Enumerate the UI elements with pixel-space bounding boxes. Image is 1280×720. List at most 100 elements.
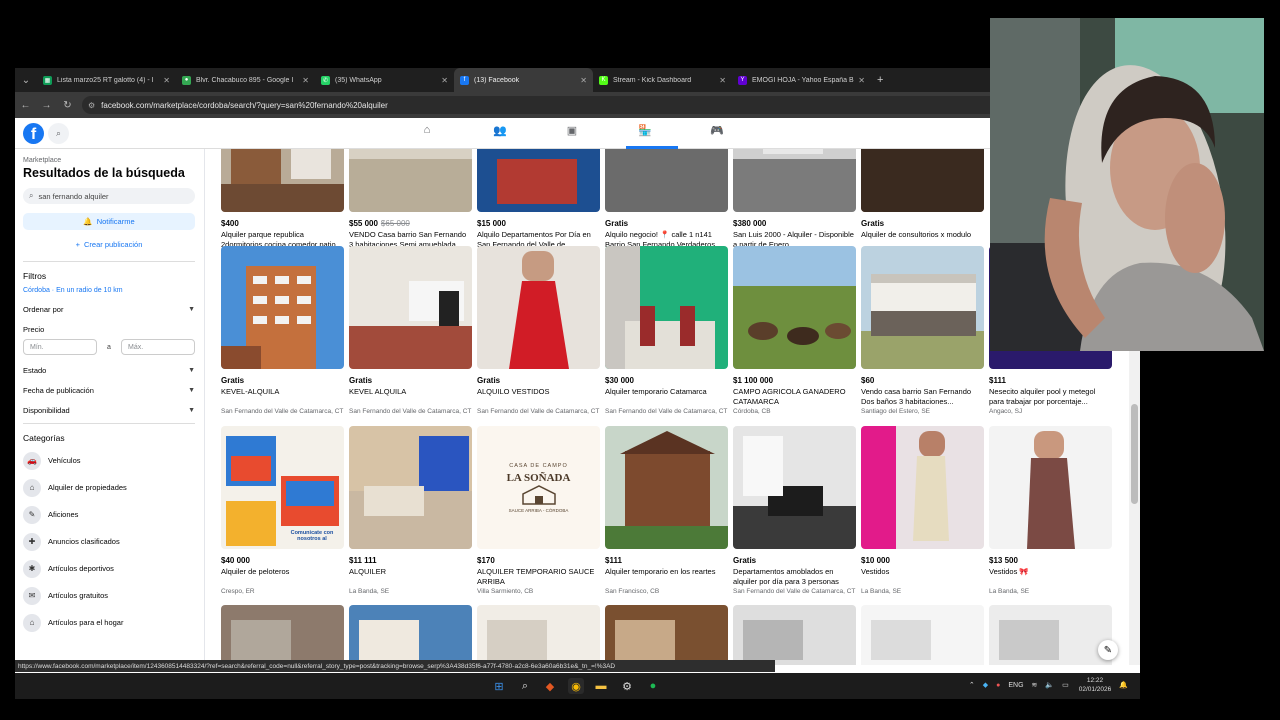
listing-card[interactable]: $11 111 ALQUILER La Banda, SE	[349, 426, 472, 595]
listing-card[interactable]: $380 000 San Luis 2000 - Alquiler - Dispo…	[733, 149, 856, 258]
listing-location: San Francisco, CB	[605, 588, 660, 595]
listing-card[interactable]: $30 000 Alquiler temporario Catamarca San …	[605, 246, 728, 415]
file-explorer-icon[interactable]: ▬	[593, 678, 609, 694]
notify-button[interactable]: 🔔 Notificarme	[23, 213, 195, 230]
category-item[interactable]: 🚗 Vehículos	[23, 451, 204, 470]
back-arrow-icon[interactable]: ←	[15, 100, 36, 111]
listing-card[interactable]	[605, 605, 728, 665]
sort-dropdown[interactable]: Ordenar por ▼	[23, 305, 195, 314]
listing-card[interactable]: $111 Alquiler temporario en los reartes Sa…	[605, 426, 728, 595]
listing-card[interactable]: Gratis Alquilo negocio! 📍 calle 1 n141 Ba…	[605, 149, 728, 258]
reload-icon[interactable]: ↻	[57, 100, 78, 111]
listing-card[interactable]	[861, 605, 984, 665]
close-tab-icon[interactable]: ✕	[441, 76, 448, 85]
url-field[interactable]: ⚙ facebook.com/marketplace/cordoba/searc…	[82, 96, 1117, 114]
listing-card[interactable]: Gratis KEVEL-ALQUILA San Fernando del Vall…	[221, 246, 344, 415]
listing-card[interactable]: Gratis KEVEL ALQUILA San Fernando del Vall…	[349, 246, 472, 415]
chrome-icon[interactable]: ◉	[568, 678, 584, 694]
create-listing-button[interactable]: + Crear publicación	[23, 236, 195, 253]
search-input[interactable]: ⌕ san fernando alquiler	[23, 188, 195, 204]
speaker-icon[interactable]: 🔈	[1045, 681, 1054, 689]
listing-card[interactable]	[221, 605, 344, 665]
guitar-icon: ✎	[23, 505, 41, 524]
category-item[interactable]: ⌂ Artículos para el hogar	[23, 613, 204, 632]
listing-card[interactable]	[349, 605, 472, 665]
microphone-icon[interactable]: ●	[996, 682, 1000, 689]
min-price-input[interactable]: Mín.	[23, 339, 97, 355]
forward-arrow-icon[interactable]: →	[36, 100, 57, 111]
notification-bell-icon[interactable]: 🔔	[1119, 681, 1128, 689]
listing-card[interactable]	[477, 605, 600, 665]
friends-nav-icon[interactable]: 👥	[489, 124, 511, 142]
listing-card[interactable]: $55 000 $65 000 VENDO Casa barrio San Fern…	[349, 149, 472, 258]
taskbar-search-icon[interactable]: ⌕	[517, 678, 533, 694]
listing-card[interactable]	[733, 605, 856, 665]
date-listed-label: Fecha de publicación	[23, 386, 94, 395]
chevron-up-icon[interactable]: ⌃	[969, 681, 975, 689]
condition-dropdown[interactable]: Estado ▼	[23, 366, 195, 375]
listing-card[interactable]: $60 Vendo casa barrio San Fernando Dos ba…	[861, 246, 984, 415]
windows-start-icon[interactable]: ⊞	[491, 678, 507, 694]
close-tab-icon[interactable]: ✕	[163, 76, 170, 85]
listing-card[interactable]: GratisAlquiler de consultorios x moduloS…	[861, 149, 984, 258]
new-tab-plus-icon[interactable]: +	[871, 74, 889, 86]
browser-tab[interactable]: f (13) Facebook ✕	[454, 68, 593, 92]
listing-card[interactable]: $13 500 Vestidos 🎀 La Banda, SE	[989, 426, 1112, 595]
listing-location: La Banda, SE	[861, 588, 902, 595]
browser-tab[interactable]: K Stream - Kick Dashboard ✕	[593, 68, 732, 92]
listing-photo	[605, 246, 728, 369]
category-item[interactable]: ✉ Artículos gratuitos	[23, 586, 204, 605]
close-tab-icon[interactable]: ✕	[858, 76, 865, 85]
spotify-icon[interactable]: ●	[645, 678, 661, 694]
close-tab-icon[interactable]: ✕	[302, 76, 309, 85]
category-item[interactable]: ✚ Anuncios clasificados	[23, 532, 204, 551]
date-listed-dropdown[interactable]: Fecha de publicación ▼	[23, 386, 195, 395]
site-info-icon[interactable]: ⚙	[88, 101, 95, 110]
language-indicator[interactable]: ENG	[1008, 682, 1023, 689]
category-item[interactable]: ✱ Artículos deportivos	[23, 559, 204, 578]
listing-card[interactable]: $1 100 000 CAMPO AGRICOLA GANADERO CATAMA…	[733, 246, 856, 415]
tab-list-chevron-icon[interactable]: ⌄	[15, 68, 37, 92]
chevron-down-icon: ▼	[188, 407, 195, 414]
listing-card[interactable]: Gratis Departamentos amoblados en alquile…	[733, 426, 856, 595]
listing-card[interactable]	[989, 605, 1112, 665]
browser-tab[interactable]: ▦ Lista marzo25 RT galotto (4) - I ✕	[37, 68, 176, 92]
listing-card[interactable]: $15 000 Alquilo Departamentos Por Día en …	[477, 149, 600, 258]
taskbar-app-icon[interactable]: ◆	[542, 678, 558, 694]
battery-icon[interactable]: ▭	[1062, 681, 1069, 689]
category-item[interactable]: ✎ Aficiones	[23, 505, 204, 524]
listing-photo	[861, 149, 984, 212]
close-tab-icon[interactable]: ✕	[719, 76, 726, 85]
tray-app-icon[interactable]: ◆	[983, 681, 988, 689]
chevron-down-icon: ▼	[188, 367, 195, 374]
listing-title: ALQUILO VESTIDOS	[477, 387, 550, 396]
wifi-icon[interactable]: ≋	[1032, 681, 1038, 689]
home-nav-icon[interactable]: ⌂	[416, 124, 438, 142]
browser-tab[interactable]: Y EMOGI HOJA - Yahoo España B ✕	[732, 68, 871, 92]
facebook-logo-icon[interactable]: f	[23, 123, 44, 144]
listing-price: Gratis	[733, 556, 856, 565]
availability-dropdown[interactable]: Disponibilidad ▼	[23, 406, 195, 415]
listing-photo	[605, 605, 728, 665]
settings-gear-icon[interactable]: ⚙	[619, 678, 635, 694]
marketplace-nav-icon[interactable]: 🏪	[634, 124, 656, 142]
listing-card[interactable]: $400 Alquiler parque republica 2dormitori…	[221, 149, 344, 258]
location-filter[interactable]: Córdoba · En un radio de 10 km	[23, 287, 204, 294]
listing-card[interactable]: CASA DE CAMPO LA SOÑADA SAUCE ARRIBA - C…	[477, 426, 600, 595]
listing-card[interactable]: $10 000 Vestidos La Banda, SE	[861, 426, 984, 595]
compose-edit-icon[interactable]: ✎	[1098, 640, 1118, 660]
search-icon[interactable]: ⌕	[48, 123, 69, 144]
listing-price-value: $11 111	[349, 556, 377, 565]
category-item[interactable]: ⌂ Alquiler de propiedades	[23, 478, 204, 497]
listing-card[interactable]: Gratis ALQUILO VESTIDOS San Fernando del V…	[477, 246, 600, 415]
clock[interactable]: 12:22 02/01/2026	[1079, 676, 1112, 694]
browser-tab[interactable]: ● Blvr. Chacabuco 895 - Google I ✕	[176, 68, 315, 92]
close-tab-icon[interactable]: ✕	[580, 76, 587, 85]
video-nav-icon[interactable]: ▣	[561, 124, 583, 142]
marketplace-label[interactable]: Marketplace	[23, 157, 204, 164]
gaming-nav-icon[interactable]: 🎮	[706, 124, 728, 142]
scrollbar-thumb[interactable]	[1131, 404, 1138, 504]
max-price-input[interactable]: Máx.	[121, 339, 195, 355]
listing-card[interactable]: Comunicate con nosotros al $40 000 Alquile…	[221, 426, 344, 595]
browser-tab[interactable]: ✆ (35) WhatsApp ✕	[315, 68, 454, 92]
